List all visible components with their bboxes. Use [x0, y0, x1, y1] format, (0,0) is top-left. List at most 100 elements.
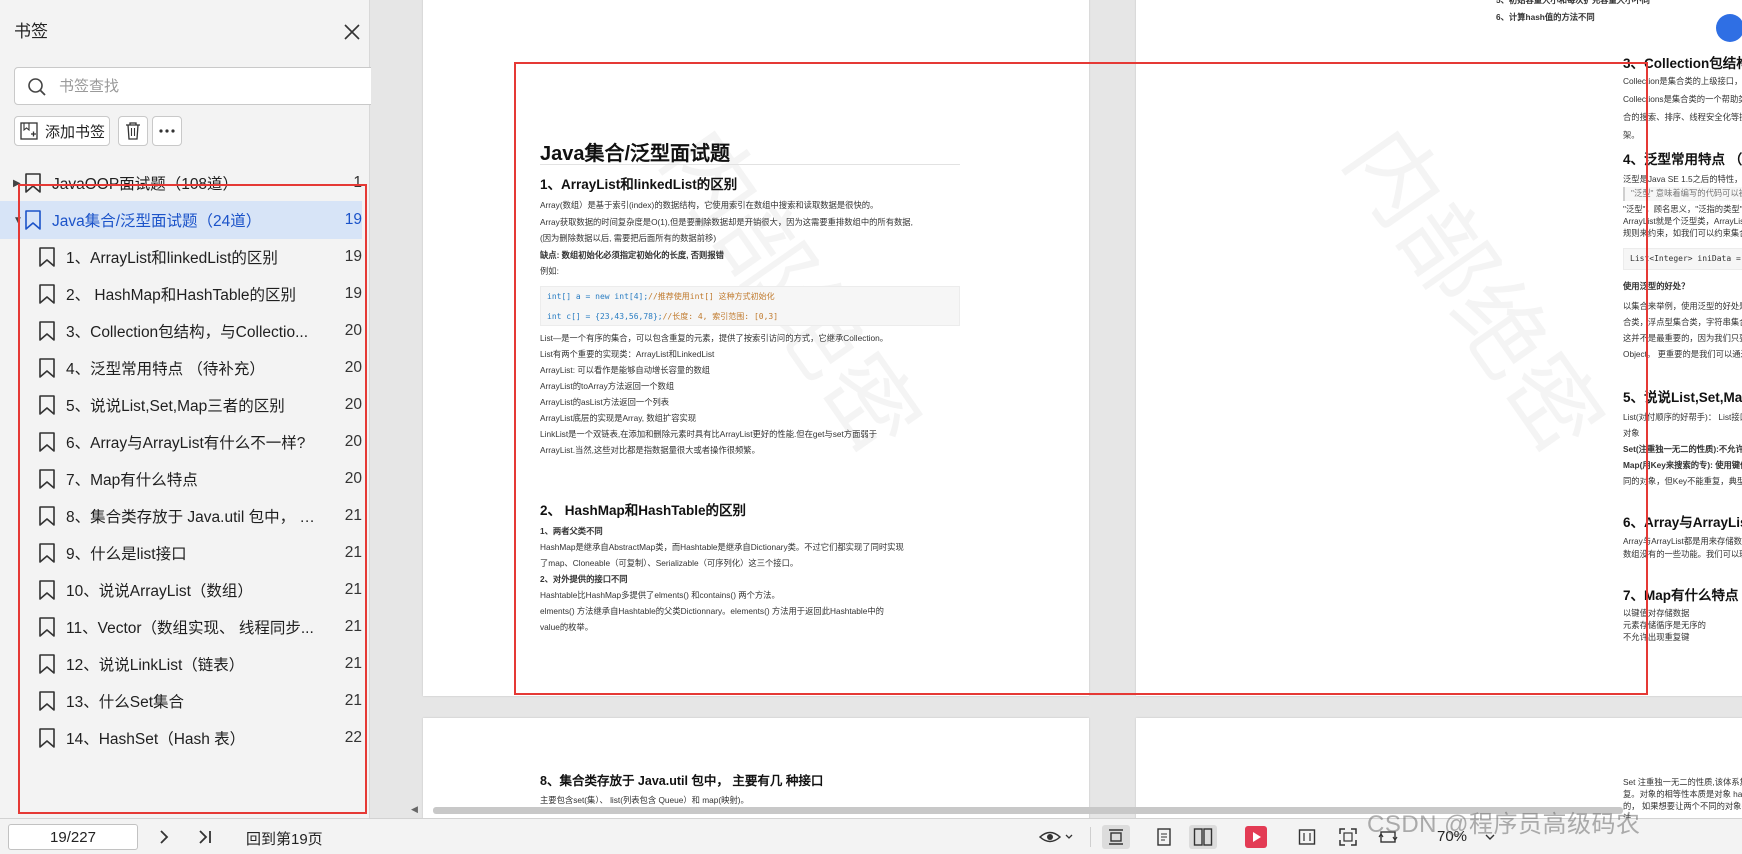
- section-line: 以集合来举例，使用泛型的好处是我们不必因为添加元素类型的不同而定义不同类型的集合…: [1623, 301, 1742, 311]
- scroll-left-icon[interactable]: ◀: [411, 804, 418, 815]
- bookmark-item[interactable]: 10、说说ArrayList（数组） 21: [0, 571, 362, 609]
- code-block: int[] a = new int[4];//推荐使用int[] 这种方式初始化…: [540, 286, 960, 326]
- next-page-icon[interactable]: [152, 825, 176, 849]
- section-line: ArrayList的toArray方法返回一个数组: [540, 381, 675, 391]
- bookmark-item[interactable]: 7、Map有什么特点 20: [0, 460, 362, 498]
- bookmark-icon: [38, 246, 56, 268]
- bookmark-item[interactable]: 9、什么是list接口 21: [0, 534, 362, 572]
- caret-down-icon[interactable]: ▼: [13, 215, 23, 226]
- bookmark-icon: [38, 357, 56, 379]
- section-line: 合的搜索、排序、线程安全化等操作。此类不能实例化，就像一个工具类，服务于Java…: [1623, 112, 1742, 122]
- section-line: 元素存储循序是无序的: [1623, 620, 1706, 630]
- bookmark-page-number: 20: [344, 396, 362, 413]
- bookmark-item[interactable]: 3、Collection包结构，与Collectio... 20: [0, 312, 362, 350]
- bookmark-item[interactable]: 8、集合类存放于 Java.util 包中， 主... 21: [0, 497, 362, 535]
- bookmark-search[interactable]: [14, 67, 384, 105]
- section-line: 以键值对存储数据: [1623, 608, 1690, 618]
- pdf-page-left-next: 8、集合类存放于 Java.util 包中， 主要有几 种接口 主要包含set(…: [423, 718, 1089, 818]
- bookmark-item[interactable]: 5、说说List,Set,Map三者的区别 20: [0, 386, 362, 424]
- bookmark-label: Java集合/泛型面试题（24道）: [52, 213, 262, 230]
- close-icon[interactable]: [340, 20, 364, 44]
- bookmark-page-number: 1: [353, 174, 362, 191]
- section-line: Array获取数据的时间复杂度是O(1),但是要删除数据却是开销很大，因为这需要…: [540, 216, 913, 227]
- play-slideshow-icon[interactable]: [1244, 825, 1268, 849]
- bookmark-label: 3、Collection包结构，与Collectio...: [66, 324, 309, 341]
- bookmark-item[interactable]: 14、HashSet（Hash 表） 22: [0, 719, 362, 757]
- continuous-scroll-icon[interactable]: [1102, 825, 1130, 849]
- caret-right-icon[interactable]: ▶: [13, 178, 21, 189]
- add-bookmark-label: 添加书签: [45, 123, 106, 141]
- page-number-input[interactable]: [8, 824, 138, 850]
- section-heading: 1、ArrayList和linkedList的区别: [540, 177, 738, 192]
- single-page-icon[interactable]: [1152, 825, 1176, 849]
- bookmark-item[interactable]: 1、ArrayList和linkedList的区别 19: [0, 238, 362, 276]
- section-line: 2、对外提供的接口不同: [540, 574, 628, 584]
- bookmark-item[interactable]: 12、说说LinkList（链表） 21: [0, 645, 362, 683]
- section-heading: 8、集合类存放于 Java.util 包中， 主要有几 种接口: [540, 774, 824, 788]
- section-line: Collection是集合类的上级接口，子接口有 Set、List、Linked…: [1623, 76, 1742, 86]
- assistant-float-button[interactable]: [1716, 14, 1742, 42]
- section-line: 复。对象的相等性本质是对象 hashCode 值（java 是依据对象的内存地址…: [1623, 789, 1742, 799]
- bookmark-label: 8、集合类存放于 Java.util 包中， 主...: [66, 509, 322, 526]
- bookmark-label: 13、什么Set集合: [66, 694, 185, 711]
- bookmark-page-number: 20: [344, 322, 362, 339]
- bookmark-label: 6、Array与ArrayList有什么不一样?: [66, 435, 306, 452]
- code-line: int[] a = new int[4];//推荐使用int[] 这种方式初始化: [547, 291, 775, 302]
- more-icon: [158, 128, 176, 134]
- code-comment: //长度: 4, 索引范围: [0,3]: [662, 312, 779, 321]
- section-line: HashMap是继承自AbstractMap类，而Hashtable是继承自Di…: [540, 542, 904, 552]
- bookmark-panel-header: 书签: [14, 18, 364, 46]
- section-line: Set(注重独一无二的性质):不允许重复的集合。不会有多个元素引用相同的对象。: [1623, 444, 1742, 454]
- pdf-page-left: 内部绝密 Java集合/泛型面试题 1、ArrayList和linkedList…: [423, 0, 1089, 696]
- add-bookmark-button[interactable]: 添加书签: [14, 116, 110, 146]
- section-line: value的枚举。: [540, 622, 594, 632]
- section-line: 了map、Cloneable（可复制）、Serializable（可序列化）这三…: [540, 558, 799, 568]
- eye-icon[interactable]: [1036, 825, 1076, 849]
- bookmark-icon: [38, 653, 56, 675]
- quote-block: "泛型" 意味着编写的代码可以被不同类型的对象所重用。: [1623, 187, 1742, 201]
- code-text: int[] a = new int[4];: [547, 292, 649, 301]
- bookmark-icon: [38, 394, 56, 416]
- bookmark-page-number: 20: [344, 433, 362, 450]
- delete-bookmark-button[interactable]: [118, 116, 148, 146]
- bookmark-icon: [38, 468, 56, 490]
- section-heading: 4、泛型常用特点 （待补充）: [1623, 152, 1742, 167]
- divider: [1090, 827, 1091, 847]
- section-line: List(对付顺序的好帮手)： List接口存储一组不唯一（可以有多个元素引用相…: [1623, 412, 1742, 422]
- section-line: Array与ArrayList都是用来存储数据的集合。ArrayList底层是使…: [1623, 536, 1742, 546]
- code-line: int c[] = {23,43,56,78};//长度: 4, 索引范围: […: [547, 311, 778, 322]
- page-frame-icon[interactable]: [1295, 825, 1319, 849]
- pdf-page-right: 内部绝密 5、初始容量大小和每次扩充容量大小不同 6、计算hash值的方法不同 3…: [1136, 0, 1742, 696]
- bookmark-label: 1、ArrayList和linkedList的区别: [66, 250, 278, 267]
- bookmark-item[interactable]: 13、什么Set集合 21: [0, 682, 362, 720]
- bookmark-label: 7、Map有什么特点: [66, 472, 198, 489]
- back-to-page-link[interactable]: 回到第19页: [246, 828, 323, 849]
- two-page-icon[interactable]: [1189, 825, 1217, 849]
- section-line: 泛型是Java SE 1.5之后的特性， 《Java 核心技术》中对泛型的定义是…: [1623, 174, 1742, 184]
- last-page-icon[interactable]: [193, 825, 217, 849]
- section-line: 6、计算hash值的方法不同: [1496, 12, 1595, 22]
- section-line: ArrayList.当然,这些对比都是指数据量很大或者操作很频繁。: [540, 445, 760, 455]
- bookmark-search-input[interactable]: [59, 75, 359, 97]
- bookmark-item[interactable]: 2、 HashMap和HashTable的区别 19: [0, 275, 362, 313]
- section-line: 缺点: 数组初始化必须指定初始化的长度, 否则报错: [540, 249, 724, 260]
- bookmark-item[interactable]: 4、泛型常用特点 （待补充） 20: [0, 349, 362, 387]
- bookmark-item[interactable]: ▼ Java集合/泛型面试题（24道） 19: [0, 201, 362, 239]
- section-heading: 7、Map有什么特点: [1623, 588, 1739, 603]
- pdf-page-right-next: Set 注重独一无二的性质,该体系集合用于存储无序(存入和取出的顺序不一定相同)…: [1136, 718, 1742, 818]
- bookmark-page-number: 21: [344, 544, 362, 561]
- heading-rule: [540, 164, 960, 165]
- bookmark-item[interactable]: 6、Array与ArrayList有什么不一样? 20: [0, 423, 362, 461]
- bookmark-item[interactable]: ▶ JavaOOP面试题（108道） 1: [0, 164, 362, 202]
- section-line: Map(用Key来搜索的专): 使用键值对存储。Map会维护与Key有关联的值。…: [1623, 460, 1742, 470]
- section-line: Set 注重独一无二的性质,该体系集合用于存储无序(存入和取出的顺序不一定相同)…: [1623, 777, 1742, 787]
- bookmark-item[interactable]: 11、Vector（数组实现、 线程同步... 21: [0, 608, 362, 646]
- trash-icon: [124, 121, 142, 141]
- code-comment: //推荐使用int[] 这种方式初始化: [648, 292, 775, 301]
- bookmark-icon: [38, 727, 56, 749]
- section-line: Collections是集合类的一个帮助类， 它包含有各种有关集合操作的静态多态…: [1623, 94, 1742, 104]
- sub-heading: 使用泛型的好处？: [1623, 281, 1690, 291]
- bookmark-page-number: 19: [344, 285, 362, 302]
- fit-screen-icon[interactable]: [1336, 825, 1360, 849]
- more-options-button[interactable]: [152, 116, 182, 146]
